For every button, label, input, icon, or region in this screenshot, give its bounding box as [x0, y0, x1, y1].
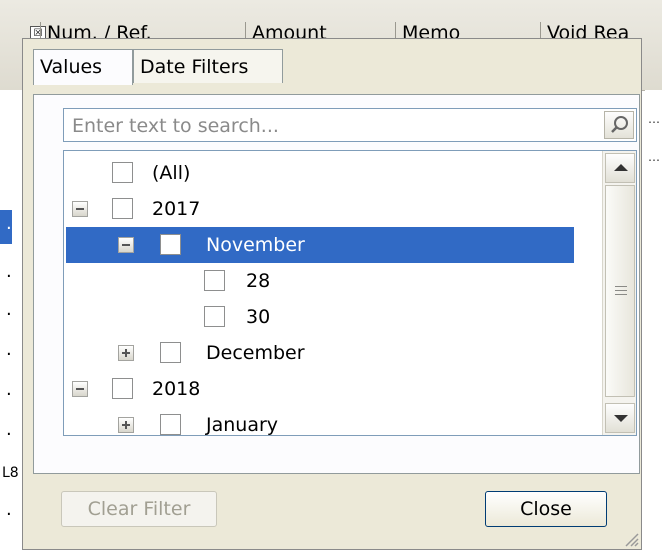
- tree-scrollbar[interactable]: [602, 151, 636, 435]
- tree-item-label: January: [206, 414, 279, 436]
- grid-row-mark: ·: [6, 344, 12, 365]
- grip-icon: [615, 290, 627, 291]
- checkbox[interactable]: [204, 270, 225, 291]
- grip-icon: [615, 286, 627, 287]
- tree-item-november[interactable]: November: [66, 227, 574, 263]
- search-input[interactable]: [70, 111, 574, 141]
- tab-values[interactable]: Values: [33, 49, 133, 85]
- checkbox[interactable]: [204, 306, 225, 327]
- search-box: [63, 108, 637, 142]
- resize-grip-icon[interactable]: [623, 531, 639, 547]
- grid-row-mark: ·: [6, 384, 12, 405]
- magnifier-icon: [611, 116, 628, 133]
- checkbox[interactable]: [160, 414, 181, 435]
- clear-filter-button[interactable]: Clear Filter: [61, 491, 217, 527]
- collapse-icon[interactable]: [118, 237, 134, 253]
- filter-popup: Values Date Filters (All) 2017 Novemb: [22, 38, 642, 550]
- tree-item-all[interactable]: (All): [66, 155, 574, 191]
- collapse-icon[interactable]: [72, 201, 88, 217]
- grid-left-rows: · · · · · · L8 ·: [0, 90, 22, 550]
- grid-row-mark: ·: [6, 266, 12, 287]
- tree-item-30[interactable]: 30: [66, 299, 574, 335]
- tree-item-label: November: [206, 234, 305, 256]
- grip-icon: [615, 294, 627, 295]
- tree-item-label: 2017: [152, 198, 201, 220]
- grid-ellipsis: …: [648, 150, 660, 164]
- tree-item-label: 30: [246, 306, 271, 328]
- checkbox[interactable]: [112, 198, 133, 219]
- arrow-up-icon: [614, 164, 628, 171]
- tree-item-28[interactable]: 28: [66, 263, 574, 299]
- tree-item-label: (All): [152, 162, 191, 184]
- checkbox[interactable]: [112, 378, 133, 399]
- scroll-down-button[interactable]: [605, 403, 635, 433]
- values-tree: (All) 2017 November 28 30 December 2018 …: [63, 150, 637, 436]
- tree-item-2018[interactable]: 2018: [66, 371, 574, 407]
- checkbox[interactable]: [160, 234, 181, 255]
- grid-row-mark: ·: [6, 504, 12, 525]
- grid-row-mark: ·: [6, 424, 12, 445]
- grid-right-rows: … …: [645, 90, 662, 550]
- collapse-icon[interactable]: [72, 381, 88, 397]
- tree-item-label: 28: [246, 270, 271, 292]
- checkbox[interactable]: [112, 162, 133, 183]
- scrollbar-thumb[interactable]: [605, 185, 635, 397]
- grid-row-mark: ·: [6, 304, 12, 325]
- grid-row-mark: L8: [2, 465, 19, 481]
- arrow-down-icon: [614, 415, 628, 422]
- tab-date-filters[interactable]: Date Filters: [133, 49, 283, 83]
- tree-item-january[interactable]: January: [66, 407, 574, 436]
- expand-icon[interactable]: [118, 417, 134, 433]
- grid-ellipsis: …: [648, 112, 660, 126]
- scroll-up-button[interactable]: [605, 153, 635, 183]
- checkbox[interactable]: [160, 342, 181, 363]
- close-button[interactable]: Close: [485, 491, 607, 527]
- tree-item-2017[interactable]: 2017: [66, 191, 574, 227]
- tree-item-december[interactable]: December: [66, 335, 574, 371]
- search-button[interactable]: [604, 111, 634, 139]
- tree-item-label: 2018: [152, 378, 201, 400]
- tree-item-label: December: [206, 342, 305, 364]
- expand-icon[interactable]: [118, 345, 134, 361]
- grid-row-mark: ·: [6, 218, 12, 239]
